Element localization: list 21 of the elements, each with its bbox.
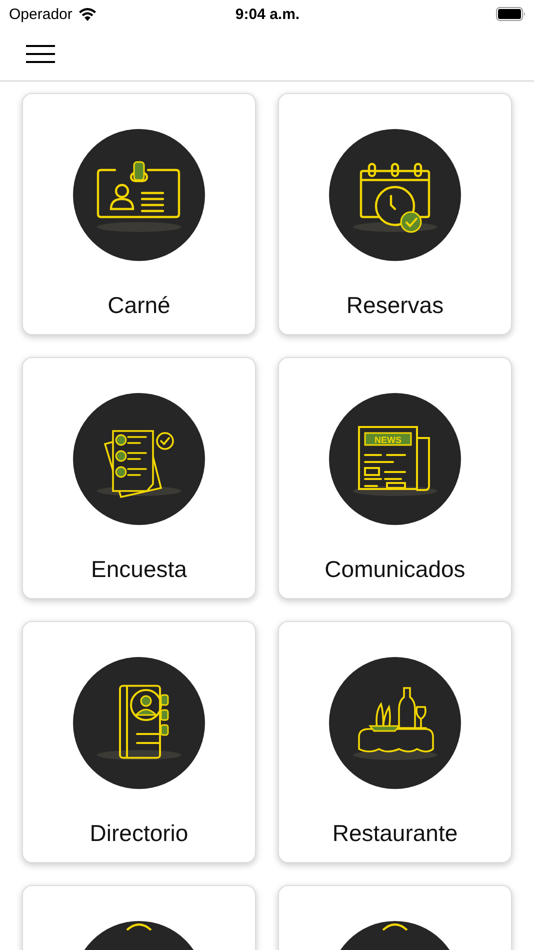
menu-tile[interactable]: NEWS Comunicados — [278, 357, 512, 599]
menu-icon — [26, 45, 55, 63]
checklist-icon — [97, 430, 181, 498]
id-badge-icon — [96, 161, 181, 232]
battery-icon — [496, 7, 526, 21]
dinner-table-icon — [353, 687, 437, 760]
menu-button[interactable] — [26, 45, 55, 63]
clock-time: 9:04 a.m. — [235, 6, 300, 22]
arc-icon — [126, 923, 152, 931]
newspaper-icon — [353, 426, 437, 496]
address-book-icon — [97, 684, 181, 760]
calendar-clock-icon — [353, 162, 437, 233]
menu-tile[interactable]: Directorio — [22, 621, 256, 863]
news-label: NEWS — [374, 435, 402, 445]
menu-tile[interactable]: Reservas — [278, 93, 512, 335]
menu-tile[interactable]: Encuesta — [22, 357, 256, 599]
menu-tile[interactable]: Restaurante — [278, 621, 512, 863]
carrier-name: Operador — [9, 6, 72, 22]
arc-icon — [382, 923, 408, 931]
menu-tile[interactable]: Carné — [22, 93, 256, 335]
wifi-icon — [78, 7, 98, 21]
